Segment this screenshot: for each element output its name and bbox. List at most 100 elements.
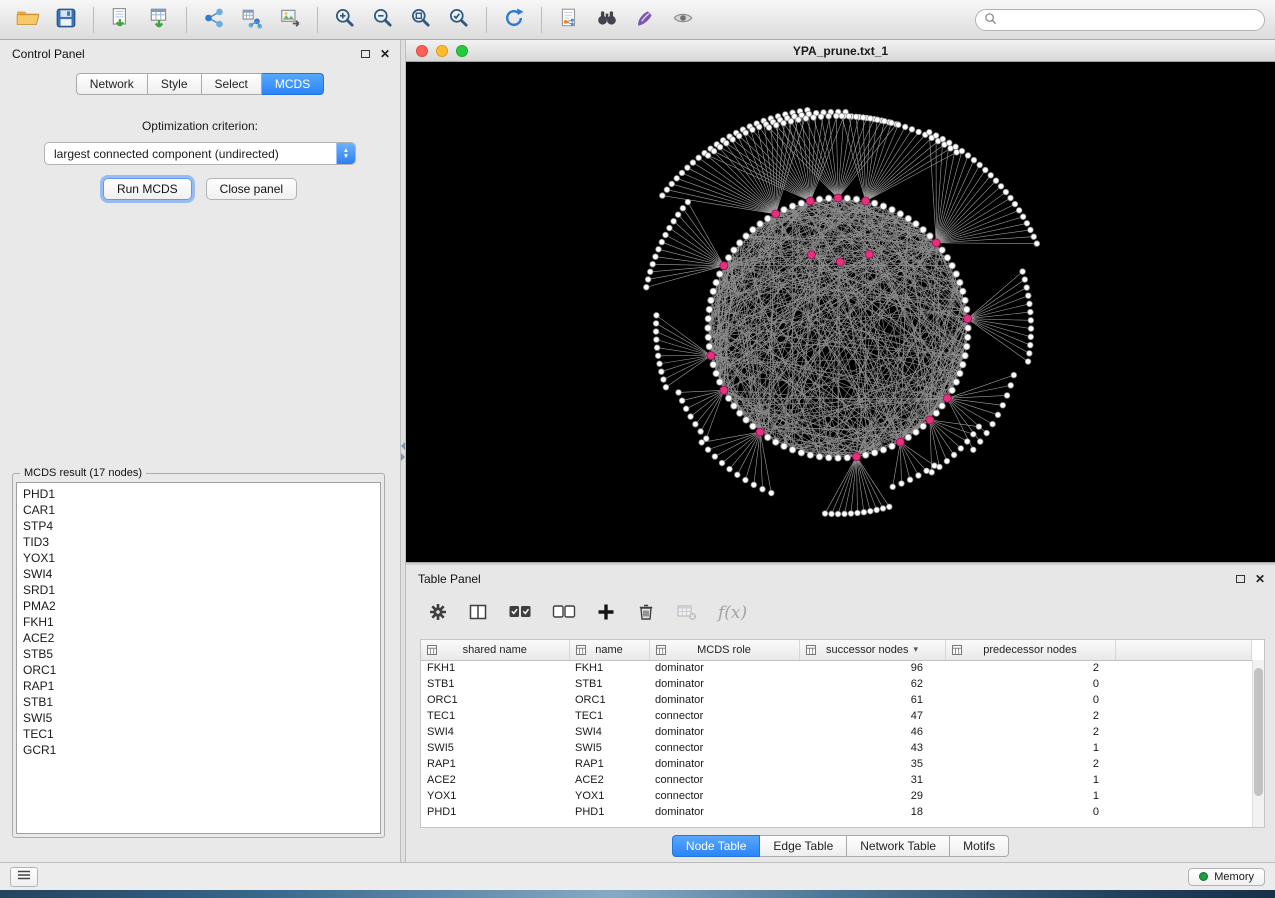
mcds-result-list[interactable]: PHD1CAR1STP4TID3YOX1SWI4SRD1PMA2FKH1ACE2… (16, 482, 381, 834)
table-row[interactable]: ORC1ORC1dominator610 (421, 692, 1252, 708)
show-hide-button[interactable] (665, 4, 701, 36)
share-document-button[interactable] (551, 4, 587, 36)
optimization-criterion-select[interactable]: largest connected component (undirected)… (44, 142, 356, 165)
close-panel-button[interactable]: Close panel (206, 178, 297, 200)
maximize-window-icon[interactable] (456, 45, 468, 57)
main-toolbar (0, 0, 1275, 40)
tab-edge-table[interactable]: Edge Table (760, 835, 847, 857)
column-header-successor-nodes[interactable]: successor nodes▾ (799, 640, 945, 660)
sort-descending-icon: ▾ (914, 644, 919, 655)
mcds-result-title: MCDS result (17 nodes) (20, 467, 146, 479)
table-row[interactable]: RAP1RAP1dominator352 (421, 756, 1252, 772)
tab-mcds[interactable]: MCDS (262, 73, 324, 95)
global-search (975, 9, 1265, 31)
scrollbar-thumb[interactable] (1254, 668, 1263, 796)
mcds-result-item[interactable]: SWI4 (23, 566, 380, 582)
column-header-predecessor-nodes[interactable]: predecessor nodes (945, 640, 1115, 660)
network-view-titlebar: YPA_prune.txt_1 (406, 40, 1275, 62)
close-window-icon[interactable] (416, 45, 428, 57)
table-row[interactable]: YOX1YOX1connector291 (421, 788, 1252, 804)
float-panel-icon[interactable] (361, 50, 370, 58)
run-mcds-button[interactable]: Run MCDS (103, 178, 192, 200)
mcds-result-item[interactable]: CAR1 (23, 502, 380, 518)
delete-table-button[interactable] (676, 602, 698, 625)
column-header-name[interactable]: name (569, 640, 649, 660)
desktop-background (0, 890, 1275, 898)
column-grid-icon (806, 645, 816, 658)
mcds-result-item[interactable]: FKH1 (23, 614, 380, 630)
mcds-result-item[interactable]: RAP1 (23, 678, 380, 694)
export-image-button[interactable] (272, 4, 308, 36)
table-row[interactable]: SWI5SWI5connector431 (421, 740, 1252, 756)
table-toolbar: f(x) (406, 589, 1275, 637)
table-scrollbar[interactable] (1252, 660, 1264, 827)
column-header-mcds-role[interactable]: MCDS role (649, 640, 799, 660)
network-canvas[interactable] (406, 62, 1275, 562)
find-button[interactable] (589, 4, 625, 36)
table-row[interactable]: SWI4SWI4dominator462 (421, 724, 1252, 740)
mcds-result-item[interactable]: PMA2 (23, 598, 380, 614)
open-session-button[interactable] (10, 4, 46, 36)
mcds-result-item[interactable]: ORC1 (23, 662, 380, 678)
create-column-button[interactable] (596, 602, 616, 625)
zoom-fit-button[interactable] (403, 4, 439, 36)
mcds-result-item[interactable]: STB1 (23, 694, 380, 710)
columns-icon (468, 602, 488, 625)
style-button[interactable] (627, 4, 663, 36)
memory-button[interactable]: Memory (1188, 868, 1265, 886)
table-row[interactable]: TEC1TEC1connector472 (421, 708, 1252, 724)
search-icon (984, 12, 997, 28)
collapse-right-icon[interactable] (401, 453, 405, 461)
refresh-layout-button[interactable] (496, 4, 532, 36)
zoom-selected-button[interactable] (441, 4, 477, 36)
table-settings-button[interactable] (428, 602, 448, 625)
table-panel: Table Panel ✕ (406, 565, 1275, 862)
import-network-button[interactable] (103, 4, 139, 36)
plus-icon (596, 602, 616, 625)
delete-column-button[interactable] (636, 602, 656, 625)
import-table-button[interactable] (141, 4, 177, 36)
tab-network-table[interactable]: Network Table (847, 835, 950, 857)
export-network-button[interactable] (234, 4, 270, 36)
table-row[interactable]: FKH1FKH1dominator962 (421, 660, 1252, 676)
mcds-result-item[interactable]: SWI5 (23, 710, 380, 726)
select-all-columns-button[interactable] (508, 604, 532, 623)
close-panel-icon[interactable]: ✕ (380, 49, 390, 59)
tab-select[interactable]: Select (202, 73, 262, 95)
zoom-in-icon (334, 7, 356, 32)
table-row[interactable]: ACE2ACE2connector311 (421, 772, 1252, 788)
tab-node-table[interactable]: Node Table (672, 835, 761, 857)
control-panel-tabs: Network Style Select MCDS (0, 73, 400, 95)
zoom-in-button[interactable] (327, 4, 363, 36)
mcds-result-item[interactable]: YOX1 (23, 550, 380, 566)
deselect-all-columns-button[interactable] (552, 604, 576, 623)
mcds-result-item[interactable]: SRD1 (23, 582, 380, 598)
close-panel-icon[interactable]: ✕ (1255, 574, 1265, 584)
task-history-button[interactable] (10, 867, 38, 887)
function-builder-button[interactable]: f(x) (718, 603, 747, 623)
table-panel-title: Table Panel (418, 572, 1236, 586)
column-header-shared-name[interactable]: shared name (421, 640, 569, 660)
float-panel-icon[interactable] (1236, 575, 1245, 583)
mcds-result-item[interactable]: STP4 (23, 518, 380, 534)
tab-style[interactable]: Style (148, 73, 202, 95)
table-panel-tabs: Node Table Edge Table Network Table Moti… (406, 835, 1275, 857)
table-row[interactable]: STB1STB1dominator620 (421, 676, 1252, 692)
tab-network[interactable]: Network (76, 73, 148, 95)
minimize-window-icon[interactable] (436, 45, 448, 57)
table-row[interactable]: PHD1PHD1dominator180 (421, 804, 1252, 820)
mcds-result-item[interactable]: PHD1 (23, 486, 380, 502)
collapse-left-icon[interactable] (401, 442, 405, 450)
mcds-result-item[interactable]: GCR1 (23, 742, 380, 758)
mcds-result-item[interactable]: STB5 (23, 646, 380, 662)
zoom-out-button[interactable] (365, 4, 401, 36)
tab-motifs[interactable]: Motifs (950, 835, 1009, 857)
mcds-result-item[interactable]: ACE2 (23, 630, 380, 646)
search-input[interactable] (1003, 13, 1256, 27)
mcds-result-item[interactable]: TID3 (23, 534, 380, 550)
save-session-button[interactable] (48, 4, 84, 36)
show-columns-button[interactable] (468, 602, 488, 625)
mcds-result-item[interactable]: TEC1 (23, 726, 380, 742)
new-network-button[interactable] (196, 4, 232, 36)
right-column: YPA_prune.txt_1 Table Panel ✕ (406, 40, 1275, 862)
